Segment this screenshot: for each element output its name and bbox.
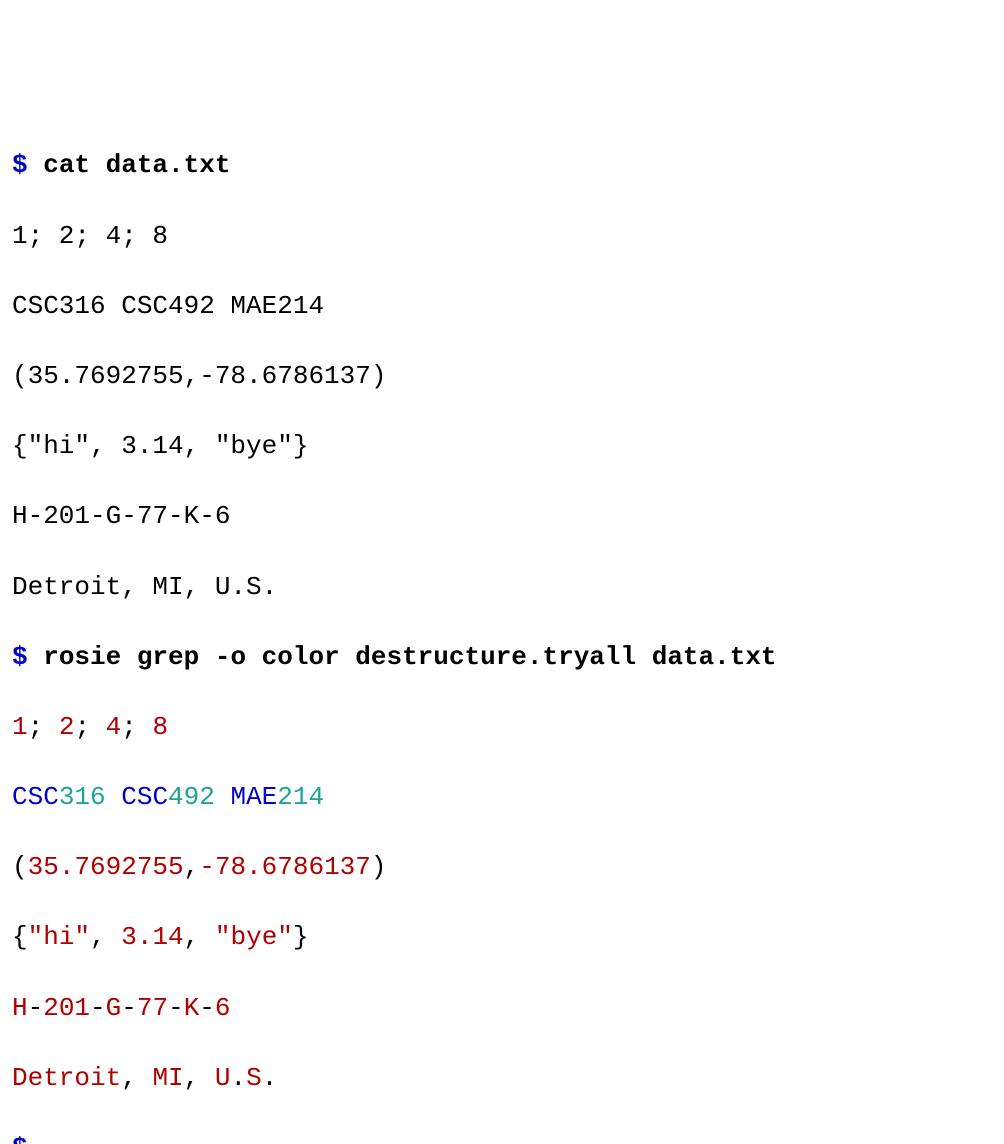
word-token: U	[215, 1063, 231, 1093]
separator-token: ;	[74, 712, 105, 742]
colored-output-line: CSC316 CSC492 MAE214	[12, 780, 992, 815]
separator-token: -	[90, 993, 106, 1023]
colored-output-line: 1; 2; 4; 8	[12, 710, 992, 745]
paren-token: (	[12, 852, 28, 882]
output-line: {"hi", 3.14, "bye"}	[12, 429, 992, 464]
string-token: "hi"	[28, 922, 90, 952]
separator-token: ;	[28, 712, 59, 742]
brace-token: }	[293, 922, 309, 952]
word-token: G	[106, 993, 122, 1023]
number-token: 214	[277, 782, 324, 812]
number-token: -78.6786137	[199, 852, 371, 882]
separator-token: ,	[184, 852, 200, 882]
prompt-line-1[interactable]: $ cat data.txt	[12, 148, 992, 183]
number-token: 77	[137, 993, 168, 1023]
separator-token: .	[262, 1063, 278, 1093]
output-line: H-201-G-77-K-6	[12, 499, 992, 534]
prompt-symbol: $	[12, 1133, 43, 1144]
word-token: H	[12, 993, 28, 1023]
separator-token: .	[230, 1063, 246, 1093]
output-line: 1; 2; 4; 8	[12, 219, 992, 254]
separator-token: ;	[121, 712, 152, 742]
number-token: 492	[168, 782, 215, 812]
number-token: 35.7692755	[28, 852, 184, 882]
number-token: 316	[59, 782, 106, 812]
separator-token: -	[121, 993, 137, 1023]
separator-token: -	[28, 993, 44, 1023]
number-token: 3.14	[121, 922, 183, 952]
command-cat: cat data.txt	[43, 150, 230, 180]
separator-token: ,	[184, 922, 215, 952]
space-token	[215, 782, 231, 812]
word-token: CSC	[12, 782, 59, 812]
separator-token: ,	[184, 1063, 215, 1093]
separator-token: -	[199, 993, 215, 1023]
paren-token: )	[371, 852, 387, 882]
number-token: 1	[12, 712, 28, 742]
number-token: 8	[152, 712, 168, 742]
space-token	[106, 782, 122, 812]
number-token: 2	[59, 712, 75, 742]
separator-token: ,	[121, 1063, 152, 1093]
word-token: S	[246, 1063, 262, 1093]
prompt-symbol: $	[12, 642, 43, 672]
string-token: "bye"	[215, 922, 293, 952]
prompt-line-2[interactable]: $ rosie grep -o color destructure.tryall…	[12, 640, 992, 675]
command-rosie: rosie grep -o color destructure.tryall d…	[43, 642, 776, 672]
output-line: CSC316 CSC492 MAE214	[12, 289, 992, 324]
colored-output-line: {"hi", 3.14, "bye"}	[12, 920, 992, 955]
number-token: 6	[215, 993, 231, 1023]
word-token: K	[184, 993, 200, 1023]
prompt-line-3[interactable]: $	[12, 1131, 992, 1144]
word-token: Detroit	[12, 1063, 121, 1093]
colored-output-line: H-201-G-77-K-6	[12, 991, 992, 1026]
prompt-symbol: $	[12, 150, 43, 180]
brace-token: {	[12, 922, 28, 952]
word-token: CSC	[121, 782, 168, 812]
colored-output-line: (35.7692755,-78.6786137)	[12, 850, 992, 885]
separator-token: ,	[90, 922, 121, 952]
output-line: (35.7692755,-78.6786137)	[12, 359, 992, 394]
number-token: 4	[106, 712, 122, 742]
word-token: MI	[152, 1063, 183, 1093]
colored-output-line: Detroit, MI, U.S.	[12, 1061, 992, 1096]
number-token: 201	[43, 993, 90, 1023]
word-token: MAE	[230, 782, 277, 812]
output-line: Detroit, MI, U.S.	[12, 570, 992, 605]
separator-token: -	[168, 993, 184, 1023]
